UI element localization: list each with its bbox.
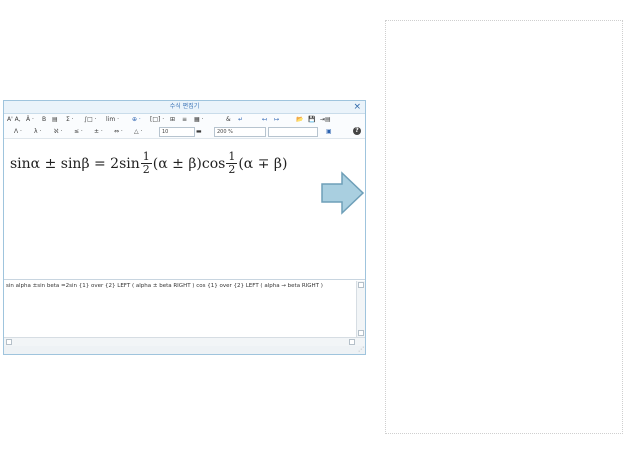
resize-grip-icon[interactable]: ⋰ (358, 347, 364, 353)
color-picker-icon[interactable]: ▬ (196, 127, 202, 137)
help-icon[interactable]: ? (353, 127, 361, 135)
equation-editor-window: 수식 편집기 × A' A, Ä · B ▤ Σ · ∫□ · lim · ⊕ … (3, 100, 366, 355)
scroll-down-button[interactable] (358, 330, 364, 336)
arrow-button[interactable]: ⇔ · (114, 127, 123, 137)
plus-minus-button[interactable]: ± · (94, 127, 103, 137)
fraction-1-denominator: 2 (142, 163, 150, 176)
integral-button[interactable]: ∫□ · (84, 115, 97, 125)
pane-divider[interactable] (4, 279, 365, 280)
redo-icon[interactable]: ↦ (274, 115, 279, 125)
scroll-up-button[interactable] (358, 282, 364, 288)
vertical-scrollbar[interactable] (356, 281, 365, 337)
limit-button[interactable]: lim · (106, 115, 119, 125)
formula-part-3: (α ∓ β) (238, 155, 288, 172)
insert-icon[interactable]: ⇥▤ (320, 115, 331, 125)
close-icon[interactable]: × (353, 101, 361, 113)
fraction-2-denominator: 2 (228, 163, 236, 176)
format-icon[interactable]: ▣ (326, 127, 332, 137)
save-icon[interactable]: 💾 (308, 115, 315, 125)
newline-button[interactable]: ↵ (238, 115, 243, 125)
matrix-button[interactable]: ⊞ (170, 115, 175, 125)
result-panel (385, 20, 623, 434)
toolbar-row-1: A' A, Ä · B ▤ Σ · ∫□ · lim · ⊕ · [□] · ⊞… (4, 114, 365, 126)
right-arrow-icon (321, 171, 365, 215)
align-button[interactable]: ≡ (182, 115, 187, 125)
horizontal-scrollbar[interactable] (4, 337, 365, 346)
font-size-select[interactable]: 10 (159, 127, 195, 137)
rendered-formula: sinα ± sinβ = 2sin 1 2 (α ± β)cos 1 2 (α… (10, 151, 287, 176)
formula-part-2: (α ± β)cos (152, 155, 226, 172)
status-bar: ⋰ (4, 346, 365, 354)
scroll-right-button[interactable] (349, 339, 355, 345)
formula-canvas[interactable]: sinα ± sinβ = 2sin 1 2 (α ± β)cos 1 2 (α… (4, 139, 365, 279)
open-folder-icon[interactable]: 📂 (296, 115, 303, 125)
scroll-left-button[interactable] (6, 339, 12, 345)
greek-lower-button[interactable]: λ · (34, 127, 41, 137)
undo-icon[interactable]: ↤ (262, 115, 267, 125)
sum-button[interactable]: Σ · (66, 115, 74, 125)
table-button[interactable]: ▦ · (194, 115, 203, 125)
fraction-1: 1 2 (140, 151, 152, 176)
script-editor[interactable]: sin alpha ±sin beta =2sin {1} over {2} L… (4, 281, 356, 337)
title-bar[interactable]: 수식 편집기 × (4, 101, 365, 114)
window-title: 수식 편집기 (169, 103, 200, 110)
relation-button[interactable]: ≤ · (74, 127, 83, 137)
symbol-button[interactable]: ℵ · (54, 127, 62, 137)
font-select[interactable] (268, 127, 318, 137)
fraction-2: 1 2 (226, 151, 238, 176)
formula-part-1: sinα ± sinβ = 2sin (10, 155, 140, 172)
ampersand-button[interactable]: & (226, 115, 231, 125)
misc-symbol-button[interactable]: △ · (134, 127, 142, 137)
greek-upper-button[interactable]: Λ · (14, 127, 22, 137)
bold-button[interactable]: B (42, 115, 46, 125)
matrix-small-button[interactable]: ▤ (52, 115, 58, 125)
superscript-button[interactable]: A' A, (7, 115, 21, 125)
accent-button[interactable]: Ä · (26, 115, 34, 125)
bracket-button[interactable]: [□] · (150, 115, 164, 125)
zoom-select[interactable]: 200 % (214, 127, 266, 137)
operator-button[interactable]: ⊕ · (132, 115, 141, 125)
toolbar-row-2: Λ · λ · ℵ · ≤ · ± · ⇔ · △ · 10 ▬ 200 % ▣… (4, 126, 365, 139)
